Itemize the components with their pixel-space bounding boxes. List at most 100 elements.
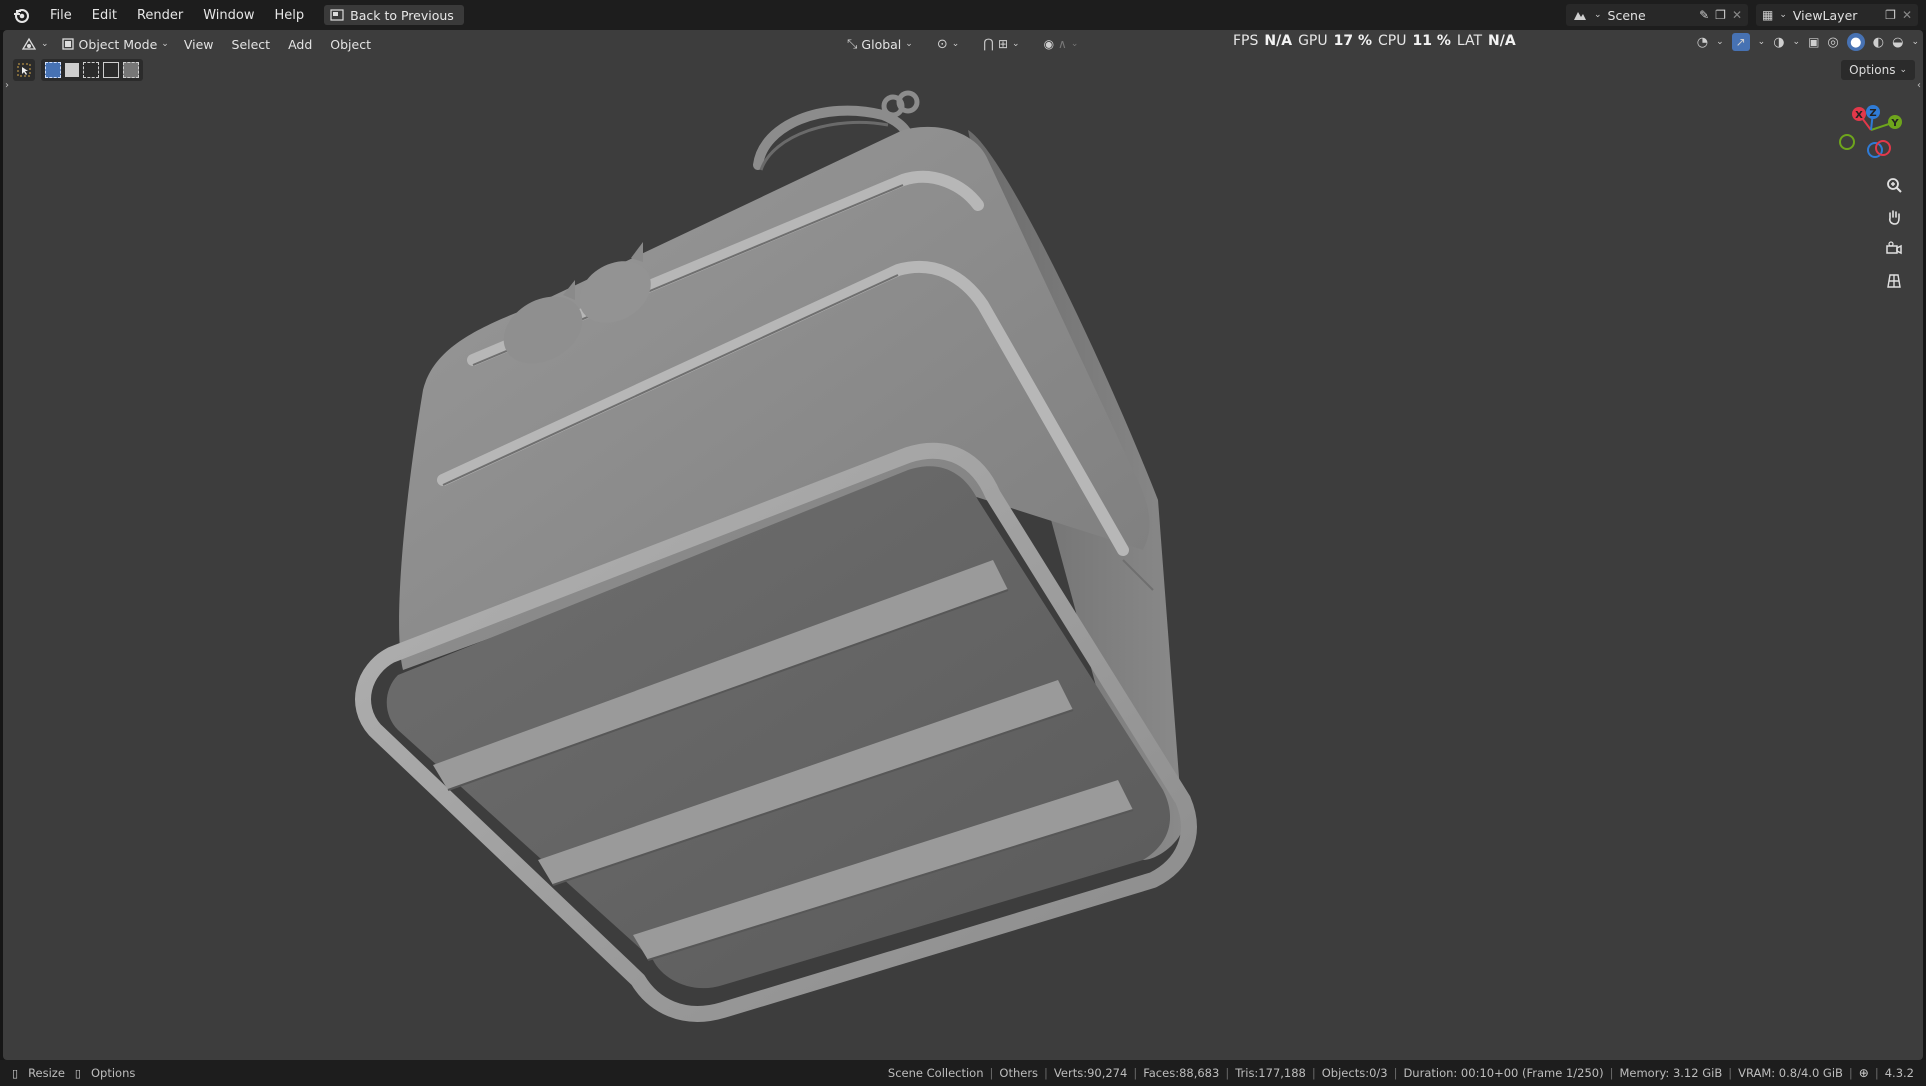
fullscreen-exit-icon [330,9,344,21]
pan-hand-icon[interactable] [1881,204,1907,230]
active-object-label: Others [999,1066,1039,1080]
mouse-left-icon: ▯ [12,1066,19,1080]
3d-viewport[interactable]: ⌄ Object Mode ⌄ View Select Add Object ⤡… [3,30,1923,1060]
select-new-icon[interactable] [45,62,61,78]
chevron-down-icon: ⌄ [161,39,169,49]
perspective-grid-icon[interactable] [1881,268,1907,294]
close-icon[interactable]: ✕ [1732,8,1742,22]
wireframe-shading-icon[interactable]: ◎ [1827,35,1838,50]
verts-count: Verts:90,274 [1053,1066,1128,1080]
options-dropdown[interactable]: Options ⌄ [1841,60,1915,80]
toolbar-expand-icon[interactable]: › [5,80,9,91]
select-invert-icon[interactable] [103,62,119,78]
chevron-down-icon: ⌄ [1779,10,1787,20]
3d-model-render [355,90,1197,1022]
options-hint: Options [90,1066,136,1080]
pivot-point-dropdown[interactable]: ⊙ ⌄ [931,33,965,55]
fps-value: N/A [1264,33,1293,49]
menu-object[interactable]: Object [321,37,380,52]
visibility-icon[interactable]: ◔ [1697,35,1708,50]
y-axis-label: Y [1890,118,1899,129]
lat-value: N/A [1488,33,1516,49]
objects-count: Objects:0/3 [1321,1066,1388,1080]
back-to-previous-button[interactable]: Back to Previous [324,5,464,25]
tool-settings-row [13,58,143,82]
xray-icon[interactable]: ▣ [1808,35,1819,49]
memory-usage: Memory: 3.12 GiB [1619,1066,1723,1080]
faces-count: Faces:88,683 [1143,1066,1220,1080]
transform-orientation-dropdown[interactable]: ⤡ Global ⌄ [841,33,919,55]
object-mode-dropdown[interactable]: Object Mode ⌄ [55,33,175,55]
falloff-icon: ∧ [1058,37,1067,51]
view-layer-selector[interactable]: ▦ ⌄ ViewLayer ❐ ✕ [1756,4,1918,26]
negative-x-axis-icon[interactable] [1875,140,1891,156]
menu-render[interactable]: Render [127,0,193,30]
select-extend-icon[interactable] [65,63,79,77]
snap-increment-icon: ⊞ [997,37,1009,51]
menu-help[interactable]: Help [265,0,315,30]
negative-y-axis-icon[interactable] [1839,134,1855,150]
resize-hint: Resize [28,1066,65,1080]
overlays-icon[interactable]: ◑ [1773,35,1784,50]
select-subtract-icon[interactable] [83,62,99,78]
status-bar: ▯ Resize ▯ Options Scene Collection | Ot… [0,1060,1926,1086]
divider: | [1393,1066,1398,1080]
divider: | [1133,1066,1138,1080]
chevron-down-icon: ⌄ [41,39,49,49]
chevron-down-icon: ⌄ [1757,37,1766,47]
cursor-select-icon [17,63,31,77]
scene-statistics: Scene Collection | Others | Verts:90,274… [888,1066,1914,1080]
chevron-down-icon: ⌄ [1012,39,1020,49]
transform-tools: ⤡ Global ⌄ ⊙ ⌄ ⋂ ⊞ ⌄ ◉ ∧ ⌄ [841,33,1084,55]
options-label: Options [1849,63,1896,77]
menu-edit[interactable]: Edit [82,0,127,30]
workspace-selectors: ⌄ Scene ✎ ❐ ✕ ▦ ⌄ ViewLayer ❐ ✕ [1566,4,1918,26]
snap-toggle[interactable]: ⋂ ⊞ ⌄ [977,33,1025,55]
pivot-icon: ⊙ [936,36,948,52]
select-intersect-icon[interactable] [123,62,139,78]
new-scene-icon[interactable]: ❐ [1715,8,1726,22]
zoom-icon[interactable] [1881,172,1907,198]
tris-count: Tris:177,188 [1235,1066,1306,1080]
menu-add[interactable]: Add [279,37,321,52]
menu-select[interactable]: Select [223,37,280,52]
new-view-layer-icon[interactable]: ❐ [1885,8,1896,22]
camera-view-icon[interactable] [1881,236,1907,262]
viewport-shading-controls: ◔ ⌄ ↗ ⌄ ◑ ⌄ ▣ ◎ ● ◐ ◒ ⌄ [1697,33,1919,51]
menu-file[interactable]: File [40,0,82,30]
pin-icon[interactable]: ✎ [1699,8,1709,22]
status-hints: ▯ Resize ▯ Options [12,1066,135,1080]
menu-view[interactable]: View [175,37,223,52]
chevron-down-icon: ⌄ [1792,37,1801,47]
blender-logo-icon[interactable] [10,4,32,26]
top-menu-bar: File Edit Render Window Help Back to Pre… [0,0,1926,30]
orientation-icon: ⤡ [847,36,858,52]
performance-overlay: FPS N/A GPU 17 % CPU 11 % LAT N/A [1233,30,1516,52]
sidebar-expand-icon[interactable]: ‹ [1917,80,1921,91]
close-icon[interactable]: ✕ [1902,8,1912,22]
scene-name: Scene [1607,7,1646,23]
divider: | [1848,1066,1853,1080]
x-axis-label: X [1855,110,1863,121]
chevron-down-icon: ⌄ [905,39,913,49]
divider: | [1044,1066,1048,1080]
menu-window[interactable]: Window [193,0,264,30]
divider: | [1311,1066,1316,1080]
editor-type-button[interactable]: ⌄ [15,33,55,55]
magnet-icon: ⋂ [983,36,994,52]
chevron-down-icon: ⌄ [1716,37,1724,47]
gizmo-toggle-icon[interactable]: ↗ [1731,33,1750,51]
solid-shading-icon[interactable]: ● [1846,33,1865,51]
rendered-shading-icon[interactable]: ◒ [1892,35,1903,50]
material-shading-icon[interactable]: ◐ [1873,35,1884,50]
navigation-gizmo[interactable]: X Z Y [1831,90,1911,170]
proportional-editing-toggle[interactable]: ◉ ∧ ⌄ [1038,33,1085,55]
select-tool-button[interactable] [13,59,35,81]
scene-selector[interactable]: ⌄ Scene ✎ ❐ ✕ [1566,4,1748,26]
gpu-value: 17 % [1333,33,1372,49]
navigation-buttons [1881,172,1907,294]
cpu-value: 11 % [1412,33,1451,49]
cpu-label: CPU [1378,33,1407,49]
editor-type-icon [21,37,37,51]
network-globe-icon[interactable]: ⊕ [1859,1066,1869,1080]
